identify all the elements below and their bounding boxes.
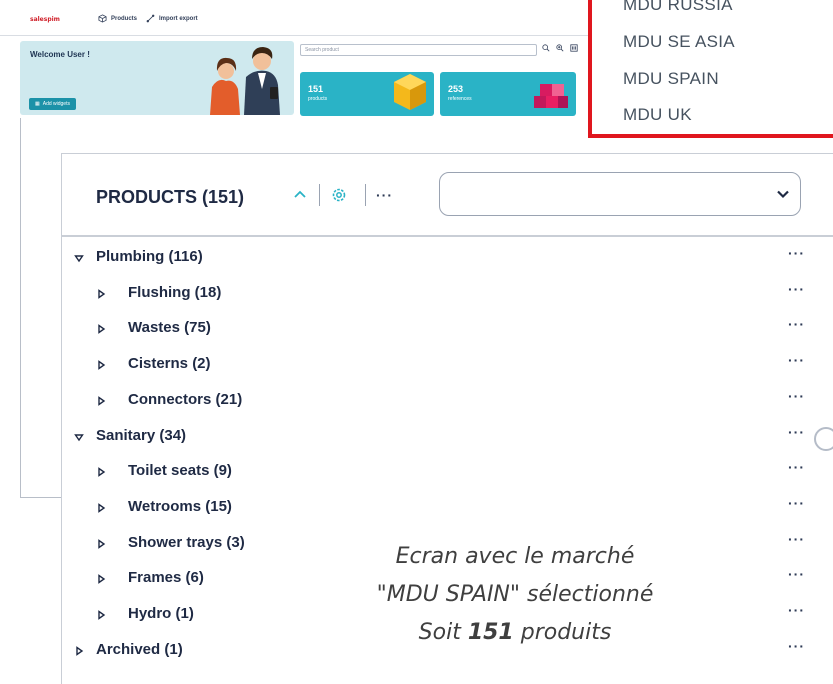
row-more-button[interactable]: ··· [788, 388, 805, 404]
search-icon[interactable] [542, 44, 550, 52]
products-count-label: products [308, 96, 328, 102]
cube-icon [98, 14, 107, 23]
panel-title: PRODUCTS (151) [96, 187, 245, 207]
tree-label: Connectors (21) [128, 390, 243, 408]
products-count: 151 [308, 84, 324, 94]
caption-prefix: Soit [418, 620, 468, 645]
row-more-button[interactable]: ··· [788, 602, 805, 618]
tree-label: Shower trays (3) [128, 533, 245, 551]
tree-label: Archived (1) [96, 640, 183, 658]
market-option[interactable]: MDU UK [623, 105, 692, 125]
app-logo: salespim [30, 16, 60, 23]
grid-icon: ▦ [35, 101, 40, 107]
zoom-icon[interactable] [556, 44, 564, 52]
caret-right-icon[interactable] [96, 288, 106, 299]
chevron-down-icon [777, 190, 789, 199]
top-bar: salespim Products Import export [0, 0, 600, 36]
tree-row[interactable]: Toilet seats (9) ··· [62, 454, 833, 490]
collapse-button[interactable] [291, 186, 309, 204]
tree-row[interactable]: Wastes (75) ··· [62, 311, 833, 347]
row-more-button[interactable]: ··· [788, 424, 805, 440]
nav-products[interactable]: Products [98, 14, 137, 23]
caret-right-icon[interactable] [96, 610, 106, 620]
gear-icon [332, 188, 346, 202]
people-illustration [210, 47, 280, 115]
welcome-card: Welcome User ! ▦ Add widgets [20, 41, 294, 115]
tree-label: Hydro (1) [128, 605, 194, 622]
row-more-button[interactable]: ··· [788, 459, 805, 475]
market-option[interactable]: MDU RUSSIA [623, 0, 733, 15]
tree-label: Toilet seats (9) [128, 462, 232, 480]
market-option[interactable]: MDU SE ASIA [623, 32, 735, 52]
panel-header: PRODUCTS (151) ··· [62, 154, 833, 237]
tree-row[interactable]: Plumbing (116) ··· [62, 240, 833, 276]
tree-row[interactable]: Wetrooms (15) ··· [62, 490, 833, 526]
tree-row[interactable]: Connectors (21) ··· [62, 383, 833, 419]
references-count-label: references [448, 96, 472, 102]
tree-label: Plumbing (116) [96, 248, 203, 265]
tree-label: Cisterns (2) [128, 355, 211, 373]
market-select[interactable] [439, 172, 801, 216]
search-tools [542, 44, 578, 52]
row-more-button[interactable]: ··· [788, 245, 805, 261]
tree-label: Flushing (18) [128, 283, 222, 301]
caret-right-icon[interactable] [96, 503, 106, 513]
caret-right-icon[interactable] [96, 395, 106, 406]
tree-row[interactable]: Flushing (18) ··· [62, 276, 833, 312]
header-divider [365, 184, 366, 206]
tree-label: Wetrooms (15) [128, 497, 232, 515]
cube-illustration [394, 74, 426, 110]
products-stat-card[interactable]: 151 products [300, 72, 434, 116]
row-more-button[interactable]: ··· [788, 531, 805, 547]
references-count: 253 [448, 84, 464, 94]
header-divider [319, 184, 320, 206]
caret-down-icon[interactable] [74, 432, 84, 442]
caret-down-icon[interactable] [74, 253, 84, 263]
search-input[interactable]: Search product [300, 44, 537, 56]
tree-row[interactable]: Cisterns (2) ··· [62, 347, 833, 383]
row-more-button[interactable]: ··· [788, 352, 805, 368]
caption-count: 151 [467, 620, 514, 645]
nav-products-label: Products [111, 15, 138, 22]
chevron-up-icon [294, 190, 306, 198]
row-more-button[interactable]: ··· [788, 316, 805, 332]
references-stat-card[interactable]: 253 references [440, 72, 576, 116]
row-more-button[interactable]: ··· [788, 495, 805, 511]
caption-line-2: "MDU SPAIN" sélectionné [376, 582, 654, 607]
add-widgets-button[interactable]: ▦ Add widgets [29, 98, 76, 110]
market-option-selected[interactable]: MDU SPAIN [623, 69, 719, 89]
caret-right-icon[interactable] [96, 324, 106, 335]
caption-suffix: produits [513, 620, 612, 645]
nav-import-export[interactable]: Import export [146, 14, 198, 23]
panel-more-button[interactable]: ··· [376, 187, 393, 203]
scroll-handle[interactable] [814, 427, 833, 451]
row-more-button[interactable]: ··· [788, 638, 805, 654]
caret-right-icon[interactable] [96, 360, 106, 370]
barcode-icon[interactable] [570, 44, 578, 52]
tree-label: Sanitary (34) [96, 426, 187, 444]
tree-label: Wastes (75) [128, 319, 211, 337]
market-dropdown-menu: MDU RUSSIA MDU SE ASIA MDU SPAIN MDU UK [588, 0, 833, 138]
row-more-button[interactable]: ··· [788, 281, 805, 297]
caret-right-icon[interactable] [96, 574, 106, 585]
caret-right-icon[interactable] [96, 538, 106, 549]
welcome-title: Welcome User ! [30, 50, 90, 59]
tree-row[interactable]: Sanitary (34) ··· [62, 419, 833, 455]
nav-import-export-label: Import export [159, 15, 198, 22]
settings-button[interactable] [330, 186, 348, 204]
caption-line-3: Soit 151 produits [280, 614, 750, 652]
share-icon [146, 14, 155, 23]
add-widgets-label: Add widgets [42, 101, 70, 107]
caret-right-icon[interactable] [74, 645, 84, 656]
caret-right-icon[interactable] [96, 467, 106, 478]
tree-label: Frames (6) [128, 569, 204, 587]
cubes-illustration [534, 84, 568, 108]
caption-line-1: Ecran avec le marché [395, 544, 635, 569]
caption-overlay: Ecran avec le marché "MDU SPAIN" sélecti… [280, 538, 750, 652]
row-more-button[interactable]: ··· [788, 566, 805, 582]
